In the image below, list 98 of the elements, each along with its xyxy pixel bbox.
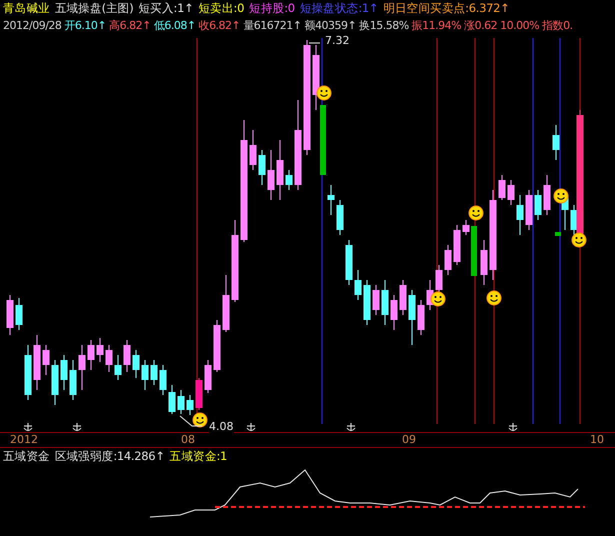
quote-text: 振11.94% bbox=[412, 18, 462, 34]
smiley-icon bbox=[468, 206, 484, 220]
price-label: 4.08 bbox=[209, 421, 234, 433]
quote-text: 量616721↑ bbox=[243, 18, 302, 34]
axis-label: 2012 bbox=[10, 433, 38, 446]
candlestick bbox=[354, 270, 362, 300]
candlestick bbox=[24, 344, 32, 400]
quote-text: 10.00% bbox=[500, 18, 540, 34]
indicator-bar bbox=[320, 105, 326, 175]
candlestick bbox=[106, 344, 112, 372]
candlestick bbox=[142, 360, 148, 390]
quote-text: 区域强弱度:14.286↑ bbox=[54, 448, 165, 465]
quote-text: 低6.08↑ bbox=[154, 18, 196, 34]
quote-text: 五域资金 bbox=[3, 448, 50, 465]
candlestick bbox=[328, 184, 334, 216]
candlestick bbox=[186, 394, 194, 416]
candlestick bbox=[382, 280, 388, 326]
candlestick bbox=[16, 298, 22, 330]
candlestick bbox=[42, 344, 50, 376]
quote-text: 短卖出:0 bbox=[198, 0, 244, 17]
quote-text: 换15.58% bbox=[359, 18, 409, 34]
smiley-icon bbox=[316, 86, 332, 100]
candlestick bbox=[258, 150, 266, 186]
candlestick bbox=[418, 300, 424, 336]
candlestick bbox=[408, 290, 416, 346]
candlestick bbox=[552, 124, 560, 160]
candlestick bbox=[222, 274, 230, 332]
quote-text: 涨0.62 bbox=[464, 18, 498, 34]
candlestick bbox=[160, 364, 166, 396]
candlestick bbox=[96, 338, 104, 362]
leader-line bbox=[180, 416, 202, 426]
candlestick bbox=[60, 354, 68, 390]
candlestick bbox=[498, 174, 506, 200]
candlestick bbox=[150, 360, 158, 386]
candlestick bbox=[268, 150, 274, 200]
candlestick bbox=[526, 190, 532, 230]
candlestick bbox=[168, 384, 176, 414]
anchor-icon bbox=[508, 422, 518, 432]
candlestick bbox=[78, 344, 86, 390]
candlestick bbox=[364, 280, 370, 326]
candlestick bbox=[88, 340, 94, 370]
quote-text: 青岛碱业 bbox=[3, 0, 50, 17]
candlestick bbox=[114, 354, 122, 380]
candlestick bbox=[336, 200, 344, 236]
quote-text: 高6.82↑ bbox=[109, 18, 151, 34]
axis-label: 08 bbox=[181, 433, 195, 446]
candlestick bbox=[52, 360, 58, 406]
quote-text: 指数0. bbox=[542, 18, 573, 34]
candlestick bbox=[6, 294, 14, 336]
candlestick bbox=[390, 294, 398, 330]
quote-text: 短持股:0 bbox=[249, 0, 295, 17]
smiley-icon bbox=[192, 412, 208, 428]
quote-text: 额40359↑ bbox=[304, 18, 356, 34]
anchor-icon bbox=[346, 422, 356, 432]
axis-label: 10 bbox=[590, 433, 604, 446]
candlestick bbox=[544, 174, 550, 216]
candlestick bbox=[534, 190, 542, 220]
candlestick bbox=[508, 180, 514, 206]
candlestick bbox=[178, 390, 184, 414]
candlestick bbox=[196, 378, 202, 410]
quote-text: 明日空间买卖点:6.372↑ bbox=[383, 0, 510, 17]
candlestick bbox=[286, 170, 292, 190]
candlestick bbox=[124, 340, 130, 372]
leader-line bbox=[308, 42, 320, 44]
anchor-icon bbox=[24, 422, 32, 432]
quote-text: 收6.82↑ bbox=[198, 18, 240, 34]
candlestick bbox=[250, 130, 256, 170]
candlestick bbox=[462, 220, 470, 236]
candlestick bbox=[204, 360, 212, 394]
smiley-icon bbox=[430, 292, 446, 306]
candlestick bbox=[312, 44, 320, 110]
quote-text: 开6.10↑ bbox=[64, 18, 106, 34]
candlestick bbox=[516, 194, 524, 236]
anchor-icon bbox=[246, 422, 256, 432]
indicator-bar bbox=[555, 232, 561, 236]
candlestick bbox=[400, 280, 406, 316]
candlestick bbox=[276, 140, 284, 200]
candlestick bbox=[480, 240, 488, 286]
candlestick bbox=[454, 224, 460, 266]
candlestick bbox=[444, 244, 452, 276]
candlestick bbox=[346, 240, 352, 286]
quote-text: 短买入:1↑ bbox=[138, 0, 194, 17]
candlestick bbox=[214, 320, 220, 372]
smiley-icon bbox=[572, 232, 586, 248]
axis-label: 09 bbox=[402, 433, 416, 446]
smiley-icon bbox=[554, 188, 568, 204]
quote-text: 短操盘状态:1↑ bbox=[300, 0, 378, 17]
candlestick bbox=[34, 334, 40, 390]
anchor-icon bbox=[72, 422, 82, 432]
candlestick bbox=[70, 360, 76, 400]
candlestick bbox=[372, 284, 380, 316]
price-label: 7.32 bbox=[325, 35, 350, 47]
indicator-bar bbox=[471, 226, 477, 276]
quote-text: 五域操盘(主图) bbox=[54, 0, 134, 17]
quote-text: 2012/09/28 bbox=[3, 18, 62, 34]
smiley-icon bbox=[486, 290, 502, 306]
candlestick bbox=[132, 350, 140, 378]
quote-text: 五域资金:1 bbox=[170, 448, 228, 465]
